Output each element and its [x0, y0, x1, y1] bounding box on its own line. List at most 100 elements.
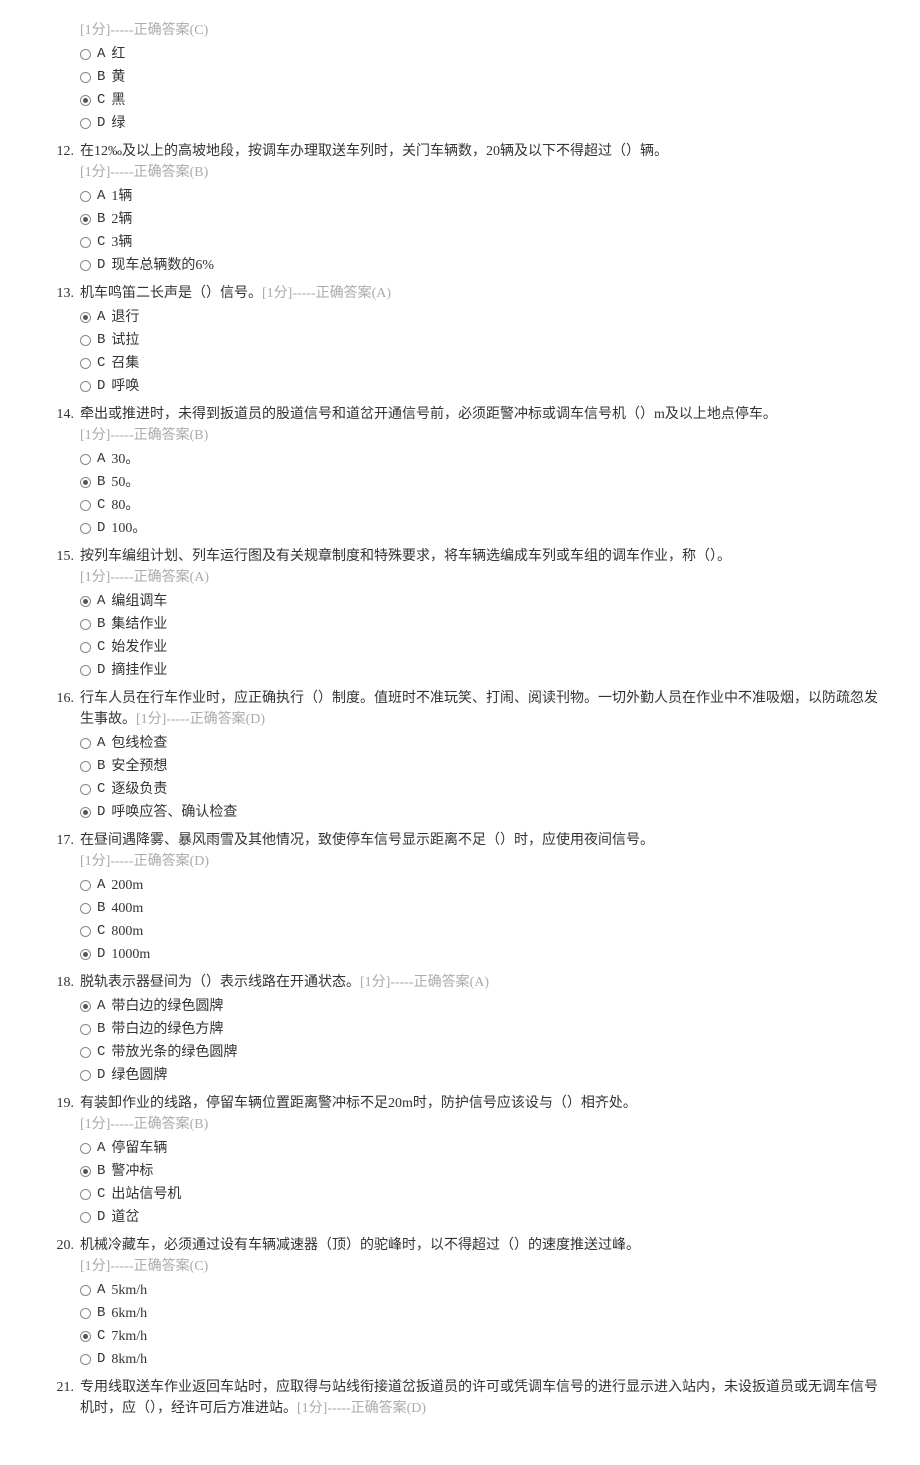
radio-icon[interactable]	[80, 619, 91, 630]
option[interactable]: A退行	[80, 306, 880, 329]
option[interactable]: A包线检查	[80, 732, 880, 755]
radio-icon[interactable]	[80, 454, 91, 465]
radio-icon[interactable]	[80, 95, 91, 106]
radio-icon[interactable]	[80, 1024, 91, 1035]
radio-icon[interactable]	[80, 118, 91, 129]
option[interactable]: A红	[80, 43, 880, 66]
radio-icon[interactable]	[80, 642, 91, 653]
option-text: 800m	[111, 921, 143, 942]
option-letter: A	[97, 733, 105, 754]
option[interactable]: A1辆	[80, 185, 880, 208]
option-text: 3辆	[111, 232, 132, 253]
option[interactable]: D摘挂作业	[80, 659, 880, 682]
option[interactable]: B6km/h	[80, 1302, 880, 1325]
option-letter: D	[97, 1065, 105, 1086]
question-meta: [1分]-----正确答案(A)	[80, 567, 880, 588]
option[interactable]: A30。	[80, 448, 880, 471]
option[interactable]: D100。	[80, 517, 880, 540]
radio-icon[interactable]	[80, 335, 91, 346]
question-meta: [1分]-----正确答案(A)	[262, 286, 391, 301]
option[interactable]: D呼唤应答、确认检查	[80, 801, 880, 824]
question-number: 17.	[40, 830, 80, 851]
option-letter: D	[97, 944, 105, 965]
option[interactable]: C逐级负责	[80, 778, 880, 801]
radio-icon[interactable]	[80, 596, 91, 607]
option[interactable]: C 800m	[80, 920, 880, 943]
radio-icon[interactable]	[80, 761, 91, 772]
radio-icon[interactable]	[80, 1212, 91, 1223]
option-text: 黑	[111, 90, 125, 111]
option[interactable]: D道岔	[80, 1206, 880, 1229]
option[interactable]: A停留车辆	[80, 1137, 880, 1160]
radio-icon[interactable]	[80, 237, 91, 248]
option[interactable]: D现车总辆数的6%	[80, 254, 880, 277]
radio-icon[interactable]	[80, 191, 91, 202]
radio-icon[interactable]	[80, 1331, 91, 1342]
radio-icon[interactable]	[80, 926, 91, 937]
option-text: 召集	[111, 353, 139, 374]
option[interactable]: D呼唤	[80, 375, 880, 398]
radio-icon[interactable]	[80, 738, 91, 749]
radio-icon[interactable]	[80, 1285, 91, 1296]
option-text: 试拉	[111, 330, 139, 351]
option[interactable]: D绿色圆牌	[80, 1064, 880, 1087]
option[interactable]: C黑	[80, 89, 880, 112]
radio-icon[interactable]	[80, 665, 91, 676]
radio-icon[interactable]	[80, 807, 91, 818]
option[interactable]: C80。	[80, 494, 880, 517]
radio-icon[interactable]	[80, 903, 91, 914]
radio-icon[interactable]	[80, 312, 91, 323]
radio-icon[interactable]	[80, 1166, 91, 1177]
option[interactable]: D8km/h	[80, 1348, 880, 1371]
option-letter: A	[97, 591, 105, 612]
radio-icon[interactable]	[80, 523, 91, 534]
radio-icon[interactable]	[80, 214, 91, 225]
option[interactable]: D1000m	[80, 943, 880, 966]
option[interactable]: B警冲标	[80, 1160, 880, 1183]
option[interactable]: C3辆	[80, 231, 880, 254]
option[interactable]: A200m	[80, 874, 880, 897]
option[interactable]: B试拉	[80, 329, 880, 352]
radio-icon[interactable]	[80, 784, 91, 795]
option-letter: D	[97, 376, 105, 397]
option-text: 红	[111, 44, 125, 65]
radio-icon[interactable]	[80, 949, 91, 960]
option[interactable]: B2辆	[80, 208, 880, 231]
option[interactable]: B黄	[80, 66, 880, 89]
radio-icon[interactable]	[80, 358, 91, 369]
option[interactable]: B安全预想	[80, 755, 880, 778]
option[interactable]: A带白边的绿色圆牌	[80, 995, 880, 1018]
radio-icon[interactable]	[80, 1143, 91, 1154]
radio-icon[interactable]	[80, 1070, 91, 1081]
radio-icon[interactable]	[80, 1001, 91, 1012]
option[interactable]: C出站信号机	[80, 1183, 880, 1206]
radio-icon[interactable]	[80, 1189, 91, 1200]
question-number: 13.	[40, 283, 80, 304]
option-letter: B	[97, 1019, 105, 1040]
radio-icon[interactable]	[80, 72, 91, 83]
radio-icon[interactable]	[80, 1354, 91, 1365]
option[interactable]: C始发作业	[80, 636, 880, 659]
radio-icon[interactable]	[80, 49, 91, 60]
option[interactable]: C召集	[80, 352, 880, 375]
radio-icon[interactable]	[80, 381, 91, 392]
option[interactable]: A5km/h	[80, 1279, 880, 1302]
option-letter: C	[97, 921, 105, 942]
radio-icon[interactable]	[80, 1308, 91, 1319]
radio-icon[interactable]	[80, 477, 91, 488]
radio-icon[interactable]	[80, 880, 91, 891]
option[interactable]: D绿	[80, 112, 880, 135]
question-meta: [1分]-----正确答案(C)	[80, 1256, 880, 1277]
option[interactable]: A编组调车	[80, 590, 880, 613]
option[interactable]: C7km/h	[80, 1325, 880, 1348]
option[interactable]: B带白边的绿色方牌	[80, 1018, 880, 1041]
option[interactable]: C带放光条的绿色圆牌	[80, 1041, 880, 1064]
radio-icon[interactable]	[80, 500, 91, 511]
option-letter: A	[97, 996, 105, 1017]
option[interactable]: B50。	[80, 471, 880, 494]
option-letter: A	[97, 307, 105, 328]
radio-icon[interactable]	[80, 260, 91, 271]
option[interactable]: B集结作业	[80, 613, 880, 636]
radio-icon[interactable]	[80, 1047, 91, 1058]
option[interactable]: B400m	[80, 897, 880, 920]
